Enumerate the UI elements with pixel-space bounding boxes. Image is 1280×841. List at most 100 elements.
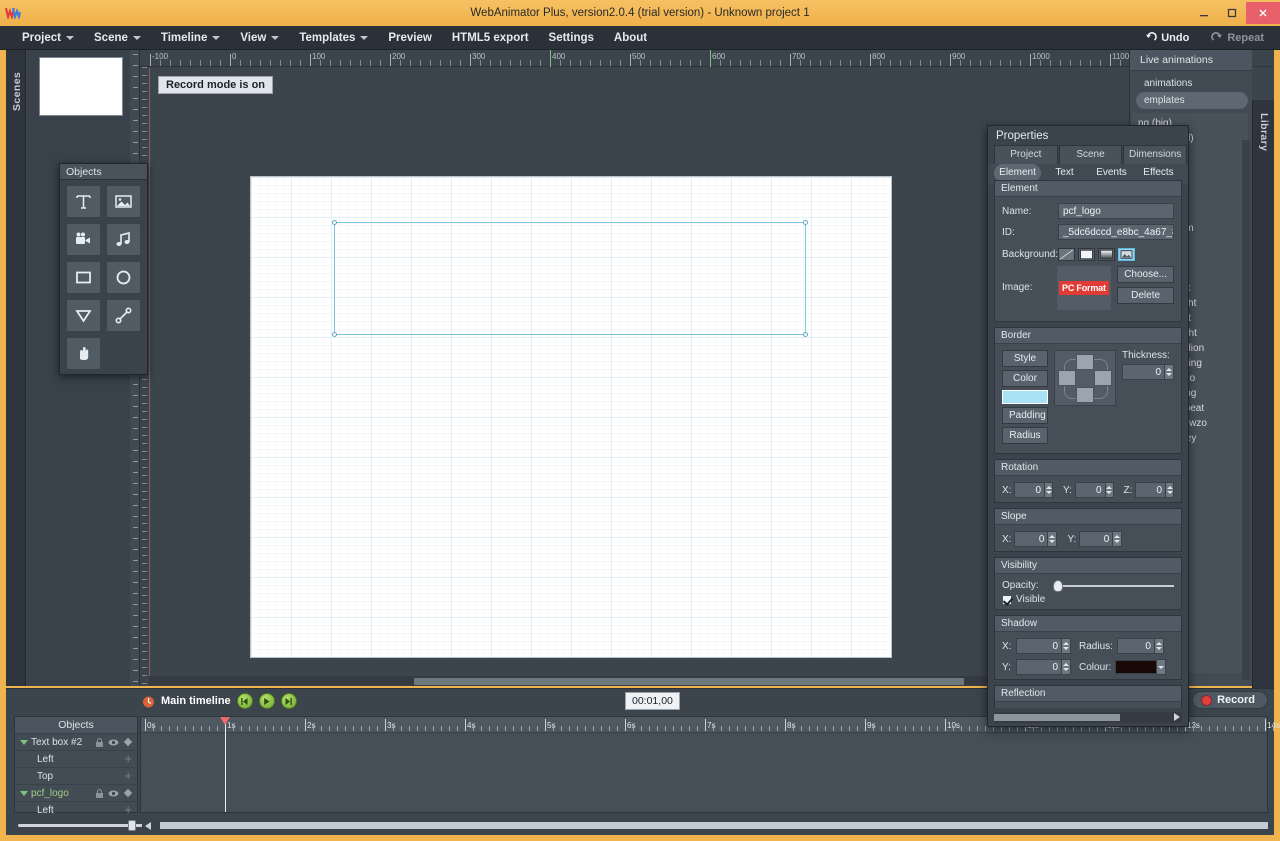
rotation-x-stepper[interactable] xyxy=(1045,482,1054,498)
image-preview[interactable]: PC Format xyxy=(1056,266,1112,310)
shadow-y-stepper[interactable] xyxy=(1062,659,1071,675)
scene-thumbnail[interactable] xyxy=(39,57,123,116)
thickness-input[interactable]: 0 xyxy=(1122,364,1165,380)
border-color-button[interactable]: Color xyxy=(1002,370,1048,387)
library-tab[interactable]: Library xyxy=(1252,100,1274,736)
opacity-slider[interactable] xyxy=(1053,579,1174,592)
record-button[interactable]: Record xyxy=(1192,691,1268,709)
timeline-property-row[interactable]: Left + xyxy=(15,751,137,768)
add-keyframe-icon[interactable]: + xyxy=(124,769,137,782)
lock-icon[interactable] xyxy=(94,788,105,798)
properties-horizontal-scrollbar[interactable] xyxy=(994,712,1182,723)
choose-image-button[interactable]: Choose... xyxy=(1117,266,1174,283)
playhead-handle[interactable] xyxy=(220,717,230,725)
menu-project[interactable]: Project xyxy=(12,26,84,50)
expand-arrow-icon[interactable] xyxy=(20,739,28,745)
scrollbar-thumb[interactable] xyxy=(414,678,964,685)
shadow-radius-stepper[interactable] xyxy=(1154,638,1164,654)
menu-preview[interactable]: Preview xyxy=(378,26,441,50)
id-input[interactable]: _5dc6dccd_e8bc_4a67_8f96 xyxy=(1058,224,1174,240)
playhead[interactable] xyxy=(220,717,230,812)
image-tool[interactable] xyxy=(106,185,141,218)
triangle-tool[interactable] xyxy=(66,299,101,332)
menu-templates[interactable]: Templates xyxy=(289,26,378,50)
scrollbar-thumb[interactable] xyxy=(160,822,1268,829)
keyframe-diamond-icon[interactable] xyxy=(122,788,133,798)
repeat-button[interactable]: Repeat xyxy=(1203,32,1272,44)
shadow-colour-dropdown[interactable] xyxy=(1157,659,1167,675)
rotation-z-stepper[interactable] xyxy=(1166,482,1174,498)
resize-handle-bottom-right[interactable] xyxy=(803,332,808,337)
shadow-radius-input[interactable]: 0 xyxy=(1116,638,1155,654)
undo-button[interactable]: Undo xyxy=(1137,32,1197,44)
menu-scene[interactable]: Scene xyxy=(84,26,151,50)
background-none-button[interactable] xyxy=(1058,248,1075,261)
scroll-left-arrow-icon[interactable] xyxy=(145,822,151,830)
rotation-y-stepper[interactable] xyxy=(1105,482,1114,498)
eye-icon[interactable] xyxy=(108,788,119,798)
timeline-track-area[interactable]: 0s1s2s3s4s5s6s7s8s9s10s11s12s13s14s xyxy=(140,716,1280,813)
add-keyframe-icon[interactable]: + xyxy=(124,752,137,765)
text-tool[interactable] xyxy=(66,185,101,218)
border-side-bottom[interactable] xyxy=(1076,387,1094,403)
border-side-right[interactable] xyxy=(1094,370,1112,386)
menu-about[interactable]: About xyxy=(604,26,657,50)
rectangle-tool[interactable] xyxy=(66,261,101,294)
border-radius-button[interactable]: Radius xyxy=(1002,427,1048,444)
menu-view[interactable]: View xyxy=(230,26,289,50)
shadow-x-input[interactable]: 0 xyxy=(1016,638,1062,654)
resize-handle-bottom-left[interactable] xyxy=(332,332,337,337)
background-image-button[interactable] xyxy=(1118,248,1135,261)
border-padding-button[interactable]: Padding xyxy=(1002,407,1048,424)
menu-html5-export[interactable]: HTML5 export xyxy=(442,26,539,50)
slope-y-stepper[interactable] xyxy=(1113,531,1123,547)
timeline-object-row[interactable]: Text box #2 xyxy=(15,734,137,751)
keyframe-diamond-icon[interactable] xyxy=(122,737,133,747)
lock-icon[interactable] xyxy=(94,737,105,747)
rotation-x-input[interactable]: 0 xyxy=(1014,482,1046,498)
delete-image-button[interactable]: Delete xyxy=(1117,287,1174,304)
shadow-colour-swatch[interactable] xyxy=(1115,660,1158,674)
timeline-object-row[interactable]: pcf_logo xyxy=(15,785,137,802)
play-button[interactable] xyxy=(258,693,275,709)
minimize-button[interactable] xyxy=(1190,2,1218,24)
timeline-horizontal-scrollbar[interactable] xyxy=(142,820,1268,831)
canvas-page[interactable] xyxy=(251,177,891,657)
border-side-selector[interactable] xyxy=(1054,350,1116,406)
library-scrollbar[interactable] xyxy=(1242,140,1250,680)
thickness-stepper[interactable] xyxy=(1165,364,1174,380)
line-tool[interactable] xyxy=(106,299,141,332)
library-subtab-templates[interactable]: emplates xyxy=(1136,92,1248,109)
video-tool[interactable] xyxy=(66,223,101,256)
library-subtab-animations[interactable]: animations xyxy=(1136,75,1248,92)
resize-handle-top-right[interactable] xyxy=(803,220,808,225)
shadow-y-input[interactable]: 0 xyxy=(1016,659,1062,675)
jump-start-button[interactable] xyxy=(236,693,253,709)
slope-x-input[interactable]: 0 xyxy=(1014,531,1049,547)
timeline-zoom-slider[interactable] xyxy=(18,819,178,831)
opacity-slider-knob[interactable] xyxy=(1053,579,1063,592)
ellipse-tool[interactable] xyxy=(106,261,141,294)
shadow-x-stepper[interactable] xyxy=(1062,638,1071,654)
expand-arrow-icon[interactable] xyxy=(20,790,28,796)
menu-timeline[interactable]: Timeline xyxy=(151,26,230,50)
slope-y-input[interactable]: 0 xyxy=(1079,531,1114,547)
background-gradient-button[interactable] xyxy=(1098,248,1115,261)
add-keyframe-icon[interactable]: + xyxy=(124,803,137,816)
tab-project[interactable]: Project xyxy=(994,145,1058,164)
scenes-tab[interactable]: Scenes xyxy=(6,50,26,686)
name-input[interactable]: pcf_logo xyxy=(1058,203,1174,219)
scrollbar-thumb[interactable] xyxy=(994,714,1120,721)
jump-end-button[interactable] xyxy=(280,693,297,709)
visible-checkbox[interactable] xyxy=(1002,594,1012,605)
timecode-display[interactable]: 00:01,00 xyxy=(625,692,680,710)
timeline-property-row[interactable]: Left + xyxy=(15,802,137,819)
tab-scene[interactable]: Scene xyxy=(1058,145,1123,164)
background-solid-button[interactable] xyxy=(1078,248,1095,261)
scroll-right-arrow-icon[interactable] xyxy=(1174,713,1180,721)
maximize-button[interactable] xyxy=(1218,2,1246,24)
tab-dimensions[interactable]: Dimensions xyxy=(1123,145,1188,164)
rotation-y-input[interactable]: 0 xyxy=(1074,482,1106,498)
timeline-property-row[interactable]: Top + xyxy=(15,768,137,785)
audio-tool[interactable] xyxy=(106,223,141,256)
